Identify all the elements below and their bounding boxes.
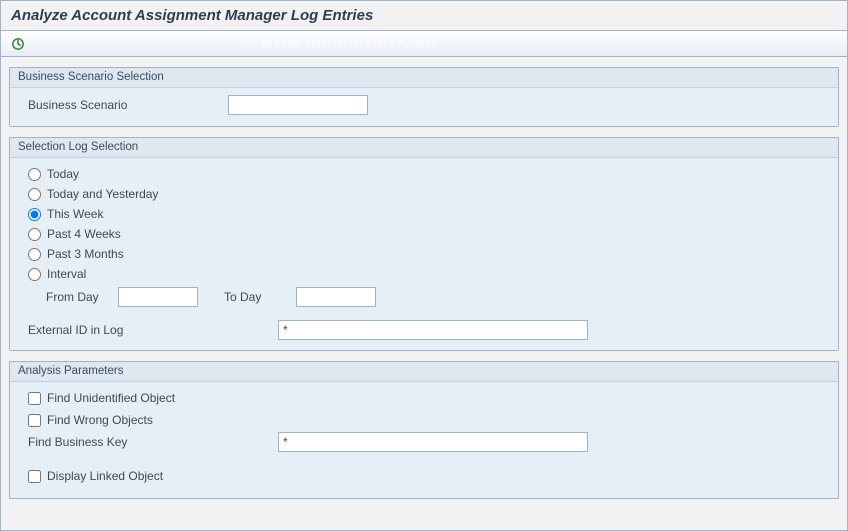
- sap-selection-screen: Analyze Account Assignment Manager Log E…: [0, 0, 848, 531]
- to-day-input[interactable]: [296, 287, 376, 307]
- radio-past-3-months-input[interactable]: [28, 248, 41, 261]
- check-find-unidentified[interactable]: Find Unidentified Object: [28, 388, 828, 408]
- execute-button[interactable]: [7, 34, 29, 54]
- external-id-input[interactable]: [278, 320, 588, 340]
- radio-past-4-weeks-input[interactable]: [28, 228, 41, 241]
- radio-today-yesterday-label: Today and Yesterday: [47, 187, 158, 201]
- radio-this-week-input[interactable]: [28, 208, 41, 221]
- check-find-wrong-input[interactable]: [28, 414, 41, 427]
- check-display-linked-input[interactable]: [28, 470, 41, 483]
- radio-this-week-label: This Week: [47, 207, 103, 221]
- label-business-scenario: Business Scenario: [28, 98, 228, 112]
- radio-past-3-months-label: Past 3 Months: [47, 247, 124, 261]
- radio-today-input[interactable]: [28, 168, 41, 181]
- radio-interval-input[interactable]: [28, 268, 41, 281]
- radio-today-yesterday[interactable]: Today and Yesterday: [28, 184, 828, 204]
- page-title: Analyze Account Assignment Manager Log E…: [1, 1, 847, 31]
- check-find-wrong[interactable]: Find Wrong Objects: [28, 410, 828, 430]
- radio-today[interactable]: Today: [28, 164, 828, 184]
- business-scenario-input[interactable]: [228, 95, 368, 115]
- group-analysis-parameters: Analysis Parameters Find Unidentified Ob…: [9, 361, 839, 499]
- radio-this-week[interactable]: This Week: [28, 204, 828, 224]
- radio-past-4-weeks[interactable]: Past 4 Weeks: [28, 224, 828, 244]
- check-display-linked[interactable]: Display Linked Object: [28, 466, 828, 486]
- group-title-business-scenario: Business Scenario Selection: [10, 68, 838, 87]
- label-find-business-key: Find Business Key: [28, 435, 278, 449]
- check-find-wrong-label: Find Wrong Objects: [47, 413, 153, 427]
- label-to-day: To Day: [224, 290, 296, 304]
- find-business-key-input[interactable]: [278, 432, 588, 452]
- group-selection-log: Selection Log Selection Today Today and …: [9, 137, 839, 351]
- group-title-selection-log: Selection Log Selection: [10, 138, 838, 157]
- toolbar: [1, 31, 847, 57]
- from-day-input[interactable]: [118, 287, 198, 307]
- radio-today-yesterday-input[interactable]: [28, 188, 41, 201]
- radio-interval[interactable]: Interval: [28, 264, 828, 284]
- group-business-scenario: Business Scenario Selection Business Sce…: [9, 67, 839, 127]
- label-external-id: External ID in Log: [28, 323, 278, 337]
- execute-icon: [11, 37, 25, 51]
- radio-past-4-weeks-label: Past 4 Weeks: [47, 227, 121, 241]
- group-title-analysis-parameters: Analysis Parameters: [10, 362, 838, 381]
- radio-interval-label: Interval: [47, 267, 86, 281]
- check-find-unidentified-label: Find Unidentified Object: [47, 391, 175, 405]
- radio-past-3-months[interactable]: Past 3 Months: [28, 244, 828, 264]
- label-from-day: From Day: [28, 290, 118, 304]
- check-find-unidentified-input[interactable]: [28, 392, 41, 405]
- check-display-linked-label: Display Linked Object: [47, 469, 163, 483]
- radio-today-label: Today: [47, 167, 79, 181]
